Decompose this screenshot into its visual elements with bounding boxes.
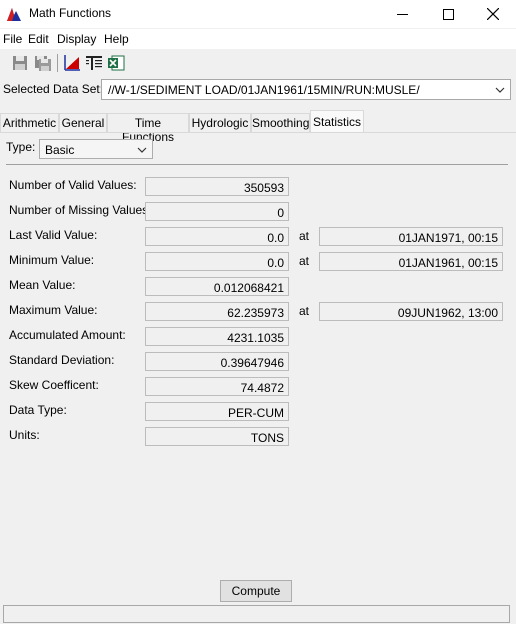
- valid-count-label: Number of Valid Values:: [9, 178, 137, 192]
- chart-icon: [7, 8, 21, 21]
- menu-help[interactable]: Help: [104, 32, 129, 46]
- minimum-label: Minimum Value:: [9, 253, 95, 267]
- plot-icon: [64, 55, 80, 71]
- tab-general[interactable]: General: [59, 113, 107, 133]
- last-valid-date-field: 01JAN1971, 00:15: [319, 227, 503, 246]
- tab-statistics[interactable]: Statistics: [310, 110, 364, 133]
- minimum-field: 0.0: [145, 252, 289, 271]
- excel-icon: [108, 55, 125, 71]
- tab-smoothing[interactable]: Smoothing: [251, 113, 310, 133]
- compute-button[interactable]: Compute: [220, 580, 292, 602]
- tab-hydrologic[interactable]: Hydrologic: [189, 113, 251, 133]
- accumulated-label: Accumulated Amount:: [9, 328, 126, 342]
- title-bar: Math Functions: [0, 0, 516, 28]
- tab-strip: Arithmetic General Time Functions Hydrol…: [0, 110, 516, 144]
- dataset-value: //W-1/SEDIMENT LOAD/01JAN1961/15MIN/RUN:…: [108, 83, 420, 97]
- std-dev-field: 0.39647946: [145, 352, 289, 371]
- tabulate-button[interactable]: [83, 52, 105, 74]
- maximum-field: 62.235973: [145, 302, 289, 321]
- close-button[interactable]: [470, 0, 516, 28]
- plot-button[interactable]: [61, 52, 83, 74]
- at-label: at: [299, 229, 310, 243]
- minimize-button[interactable]: [379, 0, 425, 28]
- units-field: TONS: [145, 427, 289, 446]
- data-type-label: Data Type:: [9, 403, 67, 417]
- menu-edit[interactable]: Edit: [28, 32, 49, 46]
- type-label: Type:: [6, 140, 36, 154]
- close-icon: [487, 8, 499, 20]
- type-value: Basic: [45, 143, 75, 157]
- minimum-date-field: 01JAN1961, 00:15: [319, 252, 503, 271]
- units-label: Units:: [9, 428, 40, 442]
- type-select[interactable]: Basic: [39, 139, 153, 159]
- missing-count-field: 0: [145, 202, 289, 221]
- valid-count-field: 350593: [145, 177, 289, 196]
- at-label: at: [299, 254, 310, 268]
- dataset-label: Selected Data Set:: [3, 82, 104, 96]
- std-dev-label: Standard Deviation:: [9, 353, 115, 367]
- skew-field: 74.4872: [145, 377, 289, 396]
- tab-panel-border: [0, 132, 516, 133]
- menu-bar: File Edit Display Help: [0, 29, 516, 49]
- mean-label: Mean Value:: [9, 278, 76, 292]
- tab-time-functions[interactable]: Time Functions: [107, 113, 189, 144]
- menu-display[interactable]: Display: [57, 32, 96, 46]
- toolbar-separator: [57, 54, 58, 72]
- missing-count-label: Number of Missing Values:: [9, 203, 152, 217]
- chevron-down-icon: [495, 87, 505, 93]
- save-as-icon: [35, 56, 51, 71]
- menu-file[interactable]: File: [3, 32, 22, 46]
- dataset-select[interactable]: //W-1/SEDIMENT LOAD/01JAN1961/15MIN/RUN:…: [101, 79, 511, 100]
- save-button[interactable]: [9, 52, 31, 74]
- chevron-down-icon: [137, 147, 147, 153]
- at-label: at: [299, 304, 310, 318]
- accumulated-field: 4231.1035: [145, 327, 289, 346]
- tabulate-icon: [86, 56, 102, 70]
- tab-arithmetic[interactable]: Arithmetic: [0, 113, 59, 133]
- maximize-icon: [442, 8, 454, 20]
- excel-export-button[interactable]: [105, 52, 127, 74]
- maximize-button[interactable]: [425, 0, 471, 28]
- skew-label: Skew Coefficent:: [9, 378, 99, 392]
- save-as-button[interactable]: [32, 52, 54, 74]
- toolbar: [0, 50, 516, 76]
- window-title: Math Functions: [29, 6, 112, 20]
- maximum-date-field: 09JUN1962, 13:00: [319, 302, 503, 321]
- mean-field: 0.012068421: [145, 277, 289, 296]
- last-valid-label: Last Valid Value:: [9, 228, 98, 242]
- section-divider: [6, 164, 508, 165]
- save-icon: [13, 56, 27, 70]
- data-type-field: PER-CUM: [145, 402, 289, 421]
- status-bar: [3, 605, 510, 623]
- maximum-label: Maximum Value:: [9, 303, 98, 317]
- minimize-icon: [396, 13, 408, 15]
- last-valid-field: 0.0: [145, 227, 289, 246]
